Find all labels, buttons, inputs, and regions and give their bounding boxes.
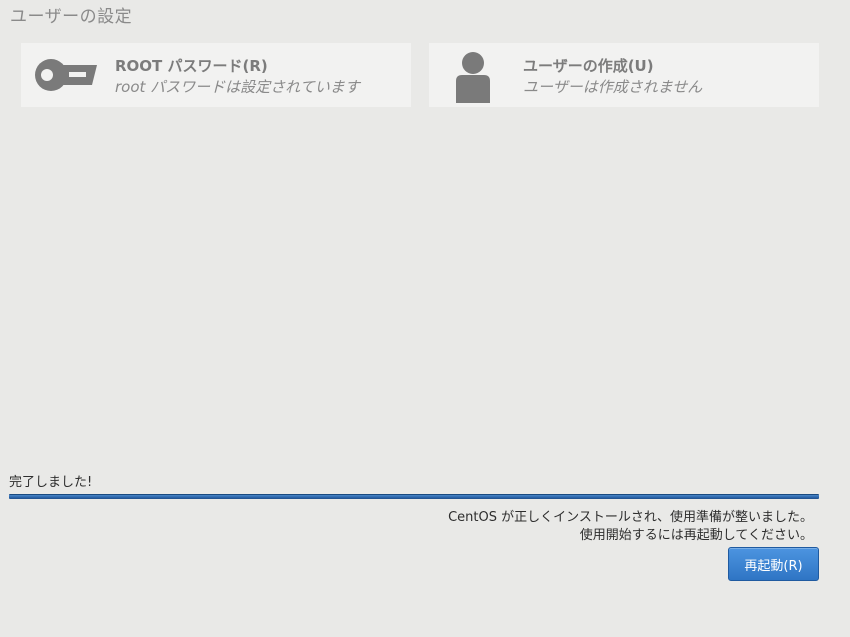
reboot-button[interactable]: 再起動(R)	[728, 547, 819, 581]
progress-bar	[9, 494, 819, 499]
section-title: ユーザーの設定	[10, 7, 133, 27]
root-password-spoke[interactable]: ROOT パスワード(R) root パスワードは設定されています	[21, 43, 411, 107]
reboot-instruction-message: 使用開始するには再起動してください。	[579, 528, 813, 543]
user-creation-status: ユーザーは作成されません	[523, 78, 703, 96]
key-icon	[31, 51, 97, 99]
user-icon	[449, 50, 497, 104]
install-complete-message: CentOS が正しくインストールされ、使用準備が整いました。	[448, 510, 813, 525]
user-creation-spoke[interactable]: ユーザーの作成(U) ユーザーは作成されません	[429, 43, 819, 107]
progress-label: 完了しました!	[9, 475, 93, 490]
root-password-title: ROOT パスワード(R)	[115, 57, 268, 75]
progress-bar-fill	[9, 494, 819, 499]
root-password-status: root パスワードは設定されています	[115, 78, 360, 96]
user-creation-title: ユーザーの作成(U)	[523, 57, 654, 75]
